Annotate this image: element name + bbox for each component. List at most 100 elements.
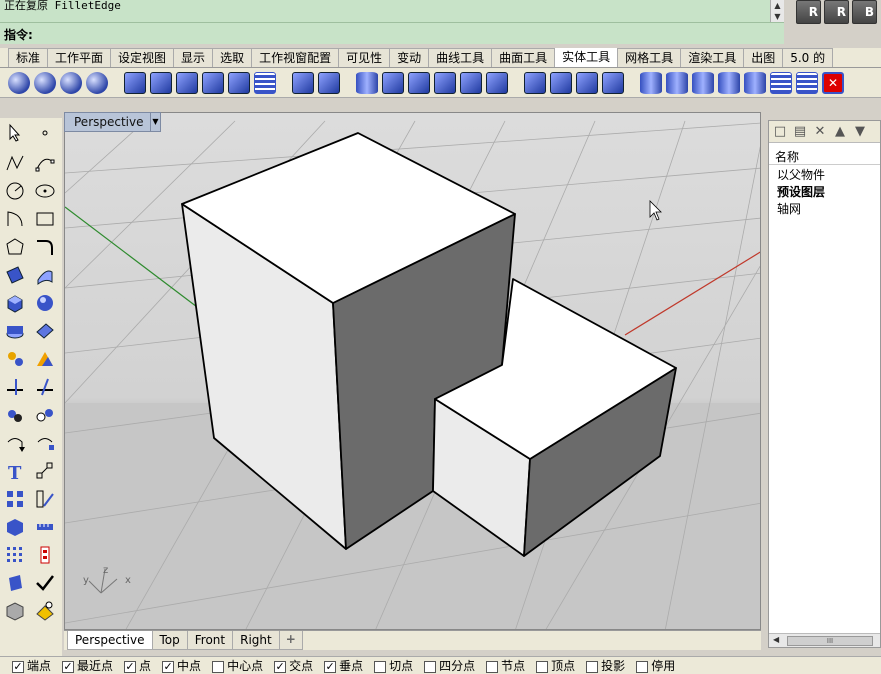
measure-icon[interactable] bbox=[34, 516, 56, 538]
add-viewport-tab-button[interactable]: + bbox=[278, 631, 303, 650]
surface-extrude-icon[interactable] bbox=[34, 264, 56, 286]
analyze-icon[interactable] bbox=[34, 544, 56, 566]
delete-hole-icon[interactable]: ✕ bbox=[822, 71, 844, 94]
fillet-edge-icon[interactable] bbox=[150, 71, 172, 94]
osnap-checkbox[interactable]: ✓ bbox=[124, 660, 137, 673]
render-button-1[interactable]: R bbox=[796, 0, 821, 24]
viewport-tab-0[interactable]: Perspective bbox=[67, 631, 153, 650]
tab-10[interactable]: 实体工具 bbox=[554, 48, 619, 67]
boolean-intersection-icon[interactable] bbox=[60, 71, 82, 94]
cube-gray-icon[interactable] bbox=[4, 600, 26, 622]
render-box-icon[interactable] bbox=[4, 516, 26, 538]
osnap-checkbox[interactable] bbox=[212, 660, 225, 673]
tab-1[interactable]: 工作平面 bbox=[47, 48, 112, 67]
osnap-option[interactable]: ✓ 最近点 bbox=[62, 657, 113, 674]
viewport-tab-2[interactable]: Front bbox=[186, 631, 234, 650]
viewport-tab-3[interactable]: Right bbox=[232, 631, 280, 650]
osnap-option[interactable]: ✓ 垂点 bbox=[324, 657, 363, 674]
trim-icon[interactable] bbox=[4, 376, 26, 398]
polygon-icon[interactable] bbox=[4, 236, 26, 258]
split-icon[interactable] bbox=[34, 376, 56, 398]
group-icon[interactable] bbox=[4, 404, 26, 426]
osnap-checkbox[interactable] bbox=[486, 660, 499, 673]
tab-7[interactable]: 变动 bbox=[389, 48, 430, 67]
layers-scroll-thumb[interactable]: III bbox=[787, 636, 873, 646]
viewport-menu-arrow-icon[interactable]: ▼ bbox=[150, 112, 161, 132]
point-grid-icon[interactable] bbox=[4, 544, 26, 566]
arc-icon[interactable] bbox=[4, 208, 26, 230]
move-up-icon[interactable]: ▲ bbox=[833, 124, 847, 139]
move-edge-icon[interactable] bbox=[408, 71, 430, 94]
tab-8[interactable]: 曲线工具 bbox=[428, 48, 493, 67]
tab-11[interactable]: 网格工具 bbox=[617, 48, 682, 67]
layer-item[interactable]: 预设图层 bbox=[769, 182, 880, 199]
layer-item[interactable]: 以父物件 bbox=[769, 165, 880, 182]
boolean-difference-icon[interactable] bbox=[34, 71, 56, 94]
osnap-option[interactable]: 停用 bbox=[636, 657, 675, 674]
osnap-option[interactable]: 节点 bbox=[486, 657, 525, 674]
solid-points-icon[interactable] bbox=[524, 71, 546, 94]
layer-item[interactable]: 轴网 bbox=[769, 199, 880, 216]
tab-3[interactable]: 显示 bbox=[173, 48, 214, 67]
osnap-checkbox[interactable] bbox=[586, 660, 599, 673]
tab-2[interactable]: 设定视图 bbox=[110, 48, 175, 67]
move-face-icon[interactable] bbox=[382, 71, 404, 94]
move-down-icon[interactable]: ▼ bbox=[853, 124, 867, 139]
block-icon[interactable] bbox=[34, 404, 56, 426]
scroll-left-icon[interactable]: ◀ bbox=[773, 635, 779, 644]
extrude-face-icon[interactable] bbox=[434, 71, 456, 94]
move-untrimmed-icon[interactable] bbox=[550, 71, 572, 94]
move-hole-icon[interactable] bbox=[744, 71, 766, 94]
osnap-option[interactable]: 投影 bbox=[586, 657, 625, 674]
explode-icon[interactable] bbox=[254, 71, 276, 94]
check-icon[interactable] bbox=[34, 572, 56, 594]
array-polar-icon[interactable] bbox=[770, 71, 792, 94]
delete-layer-icon[interactable]: ✕ bbox=[813, 124, 827, 139]
rotate-hole-icon[interactable] bbox=[692, 71, 714, 94]
new-layer-icon[interactable]: □ bbox=[773, 124, 787, 139]
osnap-checkbox[interactable] bbox=[636, 660, 649, 673]
layout-icon[interactable] bbox=[4, 488, 26, 510]
panel-icon[interactable] bbox=[4, 572, 26, 594]
osnap-option[interactable]: 切点 bbox=[374, 657, 413, 674]
grip-icon[interactable] bbox=[34, 488, 56, 510]
ellipse-icon[interactable] bbox=[34, 180, 56, 202]
point-icon[interactable] bbox=[34, 122, 56, 144]
array-icon[interactable] bbox=[796, 71, 818, 94]
create-hole-icon[interactable] bbox=[356, 71, 378, 94]
render-button-3[interactable]: B bbox=[852, 0, 877, 24]
layers-scrollbar[interactable]: ◀ III bbox=[769, 633, 880, 647]
transform-icon[interactable] bbox=[4, 348, 26, 370]
osnap-option[interactable]: 顶点 bbox=[536, 657, 575, 674]
dimension-icon[interactable] bbox=[34, 460, 56, 482]
osnap-checkbox[interactable]: ✓ bbox=[12, 660, 24, 673]
scroll-up-icon[interactable]: ▲ bbox=[771, 0, 784, 11]
command-input[interactable] bbox=[44, 25, 774, 42]
tab-13[interactable]: 出图 bbox=[743, 48, 784, 67]
mesh-plane-icon[interactable] bbox=[34, 320, 56, 342]
polyline-icon[interactable] bbox=[4, 152, 26, 174]
box-solid-icon[interactable] bbox=[292, 71, 314, 94]
rotate-face-icon[interactable] bbox=[602, 71, 624, 94]
boolean-split-icon[interactable] bbox=[86, 71, 108, 94]
material-icon[interactable] bbox=[34, 600, 56, 622]
mesh-icon[interactable] bbox=[4, 320, 26, 342]
osnap-option[interactable]: ✓ 交点 bbox=[274, 657, 313, 674]
osnap-option[interactable]: 中心点 bbox=[212, 657, 263, 674]
osnap-checkbox[interactable] bbox=[536, 660, 549, 673]
shell-icon[interactable] bbox=[228, 71, 250, 94]
tab-12[interactable]: 渲染工具 bbox=[680, 48, 745, 67]
osnap-checkbox[interactable]: ✓ bbox=[62, 660, 75, 673]
fillet-curve-icon[interactable] bbox=[34, 236, 56, 258]
text-icon[interactable]: T bbox=[4, 460, 26, 484]
perspective-viewport[interactable]: y z x bbox=[64, 112, 761, 630]
tab-4[interactable]: 选取 bbox=[212, 48, 253, 67]
split-face-icon[interactable] bbox=[460, 71, 482, 94]
select-arrow-icon[interactable] bbox=[4, 122, 26, 144]
place-hole-icon[interactable] bbox=[666, 71, 688, 94]
scale-icon[interactable] bbox=[34, 432, 56, 454]
tab-6[interactable]: 可见性 bbox=[338, 48, 391, 67]
osnap-option[interactable]: ✓ 端点 bbox=[12, 657, 51, 674]
command-history-scrollbar[interactable]: ▲ ▼ bbox=[770, 0, 784, 22]
osnap-option[interactable]: ✓ 点 bbox=[124, 657, 151, 674]
